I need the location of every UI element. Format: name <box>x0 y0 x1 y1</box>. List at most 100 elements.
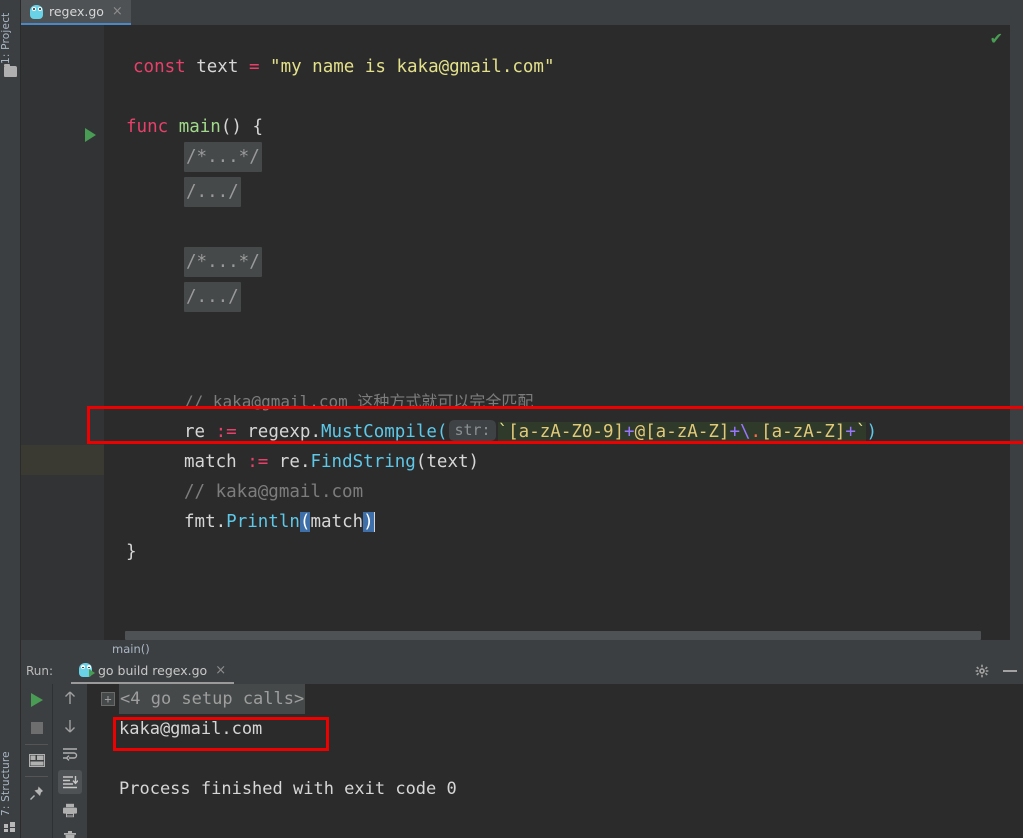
token-operator: := <box>215 422 237 442</box>
token-punct: () { <box>220 117 264 137</box>
code-surface[interactable]: const text = "my name is kaka@gmail.com"… <box>104 25 1023 640</box>
editor-horizontal-scrollbar[interactable] <box>125 631 981 640</box>
scroll-to-end-button[interactable] <box>58 770 82 794</box>
structure-icon[interactable] <box>4 822 17 832</box>
stop-button[interactable] <box>25 716 49 740</box>
soft-wrap-icon <box>63 748 78 761</box>
editor-tab-label: regex.go <box>49 4 104 19</box>
pin-button[interactable] <box>25 781 49 805</box>
token-identifier: text <box>196 57 239 77</box>
token-operator: = <box>248 57 260 77</box>
pin-icon <box>30 786 43 800</box>
code-line-33: fmt.Println(match) <box>184 507 375 537</box>
token-function-name: main <box>178 117 221 137</box>
breadcrumb[interactable]: main() <box>21 640 1023 658</box>
run-panel-label: Run: <box>26 664 54 678</box>
run-panel-body: + <4 go setup calls> kaka@gmail.com Proc… <box>21 684 1023 838</box>
token-method: FindString <box>310 452 416 472</box>
token-argument: match <box>310 512 364 532</box>
sidebar-tab-project[interactable]: 1: Project <box>0 2 21 64</box>
editor-tab-regex-go[interactable]: regex.go × <box>21 0 131 25</box>
token-receiver: re <box>278 452 300 472</box>
parameter-hint: str: <box>449 420 496 441</box>
stop-icon <box>31 722 43 734</box>
minimize-icon[interactable] <box>1003 670 1017 672</box>
token-paren-close: ) <box>866 422 878 442</box>
run-toolbar-secondary <box>54 684 86 838</box>
code-line-34: } <box>126 542 137 562</box>
code-editor[interactable]: 7 8 9 10 11 14 20 21 24 28 29 30 31 32 3… <box>21 25 1023 640</box>
console-setup-calls-line[interactable]: <4 go setup calls> <box>119 684 306 714</box>
soft-wrap-button[interactable] <box>58 742 82 766</box>
token-package: fmt <box>184 512 216 532</box>
expander-glyph: + <box>104 692 112 706</box>
clear-all-button[interactable] <box>58 826 82 838</box>
expand-setup-calls-icon[interactable]: + <box>101 692 115 706</box>
trash-icon <box>64 831 76 838</box>
left-tool-strip: 1: Project 7: Structure <box>0 0 21 838</box>
scroll-end-icon <box>63 776 78 789</box>
green-check-icon[interactable]: ✔ <box>990 29 1003 48</box>
layout-button[interactable] <box>25 748 49 772</box>
close-icon[interactable]: × <box>215 664 226 677</box>
console-exit-line: Process finished with exit code 0 <box>119 779 457 799</box>
ide-window: 1: Project 7: Structure regex.go × 7 8 9… <box>0 0 1023 838</box>
folder-icon[interactable] <box>4 64 17 77</box>
sidebar-tab-structure[interactable]: 7: Structure <box>0 746 21 816</box>
console-folded-text[interactable]: <4 go setup calls> <box>119 684 306 714</box>
go-gopher-icon <box>30 4 43 19</box>
token-dot: . <box>215 512 227 532</box>
next-occurrence-button[interactable] <box>58 714 82 738</box>
token-method: MustCompile <box>321 422 437 442</box>
rerun-button[interactable] <box>25 688 49 712</box>
code-line-11-folded[interactable]: /*...*/ <box>184 142 262 172</box>
editor-tab-bar: regex.go × <box>21 0 1023 25</box>
run-tab-go-build[interactable]: go build regex.go × <box>71 658 235 684</box>
layout-icon <box>29 753 45 767</box>
gear-icon[interactable] <box>975 664 989 678</box>
folded-block-placeholder[interactable]: /.../ <box>184 177 241 207</box>
folded-block-placeholder[interactable]: /*...*/ <box>184 142 262 172</box>
code-line-8: const text = "my name is kaka@gmail.com" <box>133 52 555 82</box>
run-panel-header: Run: go build regex.go × <box>21 658 1023 684</box>
token-paren-open-matched: ( <box>299 512 311 532</box>
previous-occurrence-button[interactable] <box>58 686 82 710</box>
token-method: Println <box>226 512 300 532</box>
run-console[interactable]: + <4 go setup calls> kaka@gmail.com Proc… <box>87 684 1023 838</box>
run-tool-window: Run: go build regex.go × + <4 go setup c… <box>21 658 1023 838</box>
code-line-32-comment: // kaka@gmail.com <box>184 482 364 502</box>
folded-block-placeholder[interactable]: /.../ <box>184 282 241 312</box>
token-paren-close-matched: ) <box>363 512 374 532</box>
token-keyword: func <box>126 117 169 137</box>
token-identifier: match <box>184 452 237 472</box>
token-backtick: ` <box>855 422 867 442</box>
text-caret <box>373 512 375 532</box>
folded-block-placeholder[interactable]: /*...*/ <box>184 247 262 277</box>
editor-gutter[interactable] <box>21 25 104 640</box>
run-toolbar-primary <box>21 684 53 838</box>
arrow-down-icon <box>65 720 75 733</box>
print-icon <box>63 803 77 817</box>
breadcrumb-label[interactable]: main() <box>112 642 150 656</box>
token-operator: := <box>247 452 269 472</box>
arrow-up-icon <box>65 691 75 704</box>
token-identifier: re <box>184 422 206 442</box>
run-header-actions <box>975 658 1017 684</box>
editor-vertical-scrollbar[interactable] <box>1010 25 1023 640</box>
close-icon[interactable]: × <box>112 5 123 18</box>
code-line-31: match := re.FindString(text) <box>184 447 479 477</box>
go-run-config-icon <box>79 663 95 677</box>
token-keyword: const <box>133 57 186 77</box>
code-line-29-comment: // kaka@gmail.com 这种方式就可以完全匹配 <box>184 392 534 411</box>
token-package: regexp <box>247 422 311 442</box>
code-line-14-folded[interactable]: /.../ <box>184 177 241 207</box>
print-button[interactable] <box>58 798 82 822</box>
code-line-30: re := regexp.MustCompile(str: `[a-zA-Z0-9… <box>184 420 878 442</box>
console-output-line: kaka@gmail.com <box>119 719 263 739</box>
run-arrow-icon[interactable] <box>85 128 96 142</box>
token-dot: . <box>299 452 311 472</box>
token-args: (text) <box>415 452 480 472</box>
code-line-21-folded[interactable]: /*...*/ <box>184 247 262 277</box>
play-icon <box>31 693 43 707</box>
code-line-24-folded[interactable]: /.../ <box>184 282 241 312</box>
